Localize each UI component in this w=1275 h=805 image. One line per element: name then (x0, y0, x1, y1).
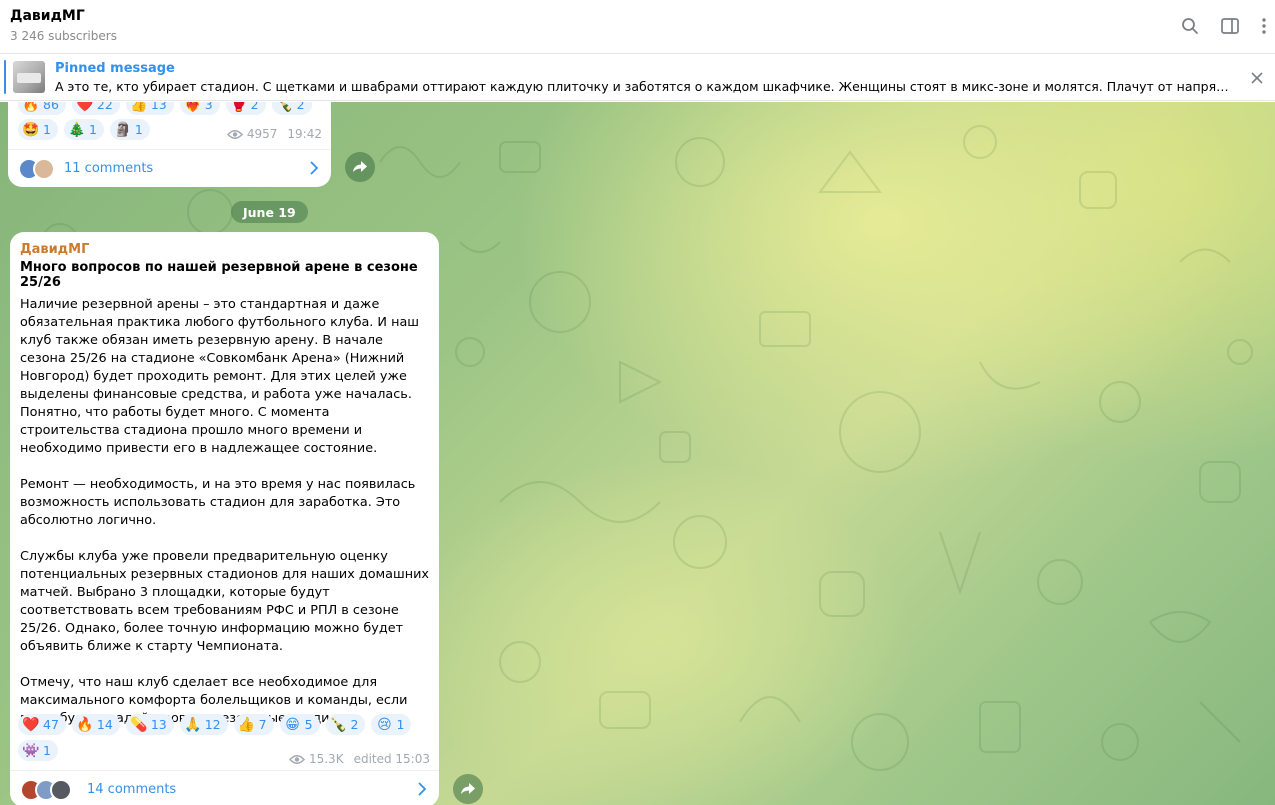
grin-icon: 😁 (285, 716, 300, 733)
chevron-right-icon (310, 161, 319, 175)
paragraph: Службы клуба уже провели предварительную… (20, 549, 429, 654)
forward-button[interactable] (453, 774, 483, 804)
reaction-chip[interactable]: 👾 1 (18, 740, 58, 761)
chat-header: ДавидМГ 3 246 subscribers (0, 0, 1275, 54)
chevron-right-icon (418, 782, 427, 796)
reaction-chip[interactable]: 🎄 1 (63, 119, 104, 140)
message-meta: 15.3K edited 15:03 (289, 752, 430, 766)
reaction-chip[interactable]: 🔥 14 (71, 714, 120, 735)
forward-button[interactable] (345, 152, 375, 182)
reaction-chip[interactable]: 🍾 2 (325, 714, 366, 735)
reaction-chip[interactable]: 🔥 86 (18, 102, 66, 115)
eye-icon (226, 129, 243, 139)
reactions-row: ❤️ 47 🔥 14 💊 13 🙏 12 👍 7 😁 5 🍾 2 😢 1 (18, 714, 430, 735)
reaction-chip[interactable]: ❤️ 47 (18, 714, 66, 735)
view-count: 15.3K (308, 752, 344, 766)
heart-icon: ❤️ (22, 716, 40, 733)
reaction-chip[interactable]: ❤️ 22 (71, 102, 120, 115)
sidebar-toggle-icon[interactable] (1218, 14, 1242, 38)
chat-area[interactable]: 🔥 86 ❤️ 22 👍 13 ❤️‍🔥 3 🥊 2 🍾 2 🤩 1 🎄 1 🗿 1 4957 1… (0, 102, 1275, 805)
pinned-thumbnail (13, 61, 45, 93)
reactions-row: 🔥 86 ❤️ 22 👍 13 ❤️‍🔥 3 🥊 2 🍾 2 (18, 102, 312, 115)
paragraph: Ремонт — необходимость, и на это время у… (20, 477, 416, 528)
avatar (50, 778, 72, 801)
heart-on-fire-icon: ❤️‍🔥 (184, 102, 202, 113)
avatar (33, 157, 55, 180)
message-time: 19:42 (287, 127, 322, 141)
thumbs-up-icon: 👍 (237, 716, 256, 733)
boxing-glove-icon: 🥊 (229, 102, 248, 113)
comments-link[interactable]: 14 comments (10, 770, 439, 805)
reaction-chip[interactable]: ❤️‍🔥 3 (179, 102, 220, 115)
eye-icon (289, 754, 305, 764)
view-count: 4957 (246, 127, 278, 141)
close-icon[interactable] (1247, 68, 1267, 88)
heart-icon: ❤️ (76, 102, 94, 113)
reaction-chip[interactable]: 🗿 1 (109, 119, 150, 140)
comments-link[interactable]: 11 comments (8, 149, 331, 187)
fire-icon: 🔥 (76, 716, 94, 733)
reaction-chip[interactable]: 🥊 2 (225, 102, 266, 115)
crying-icon: 😢 (377, 716, 392, 733)
paragraph: Наличие резервной арены – это стандартна… (20, 297, 419, 456)
alien-monster-icon: 👾 (22, 742, 40, 759)
reaction-chip[interactable]: 👍 13 (125, 102, 174, 115)
pill-icon: 💊 (130, 716, 148, 733)
comments-count: 11 comments (64, 161, 154, 176)
message-time: edited 15:03 (353, 752, 430, 766)
christmas-tree-icon: 🎄 (68, 121, 86, 138)
sender-name[interactable]: ДавидМГ (20, 242, 89, 257)
champagne-icon: 🍾 (329, 716, 348, 733)
reaction-chip[interactable]: 🍾 2 (271, 102, 312, 115)
post-title: Много вопросов по нашей резервной арене … (20, 260, 418, 290)
message-bubble[interactable]: ДавидМГ Много вопросов по нашей резервно… (10, 232, 439, 805)
comments-count: 14 comments (87, 782, 177, 797)
commenter-avatars (18, 157, 55, 180)
fire-icon: 🔥 (22, 102, 40, 113)
message-bubble[interactable]: 🔥 86 ❤️ 22 👍 13 ❤️‍🔥 3 🥊 2 🍾 2 🤩 1 🎄 1 🗿 1 4957 1… (8, 102, 331, 187)
date-separator: June 19 (231, 201, 308, 223)
reactions-row: 👾 1 (18, 740, 58, 761)
forward-icon (461, 783, 475, 794)
commenter-avatars (20, 778, 72, 801)
search-icon[interactable] (1178, 14, 1202, 38)
reaction-chip[interactable]: 🙏 12 (179, 714, 228, 735)
reaction-chip[interactable]: 👍 7 (233, 714, 274, 735)
reaction-chip[interactable]: 😁 5 (279, 714, 320, 735)
pinned-indicator (4, 60, 6, 94)
moai-icon: 🗿 (114, 121, 132, 138)
message-meta: 4957 19:42 (226, 127, 322, 141)
pinned-text: А это те, кто убирает стадион. С щетками… (55, 79, 1235, 94)
pinned-message-bar[interactable]: Pinned message А это те, кто убирает ста… (0, 54, 1275, 101)
more-vertical-icon[interactable] (1252, 14, 1275, 38)
reaction-chip[interactable]: 🤩 1 (18, 119, 58, 140)
pray-icon: 🙏 (184, 716, 202, 733)
message-text: Наличие резервной арены – это стандартна… (20, 296, 432, 746)
subscriber-count: 3 246 subscribers (10, 29, 117, 43)
pinned-label: Pinned message (55, 61, 175, 76)
forward-icon (353, 161, 367, 172)
reaction-chip[interactable]: 😢 1 (371, 714, 412, 735)
reactions-row: 🤩 1 🎄 1 🗿 1 (18, 119, 150, 140)
thumbs-up-icon: 👍 (130, 102, 148, 113)
channel-title[interactable]: ДавидМГ (10, 8, 85, 24)
star-struck-icon: 🤩 (22, 121, 40, 138)
champagne-icon: 🍾 (275, 102, 294, 113)
reaction-chip[interactable]: 💊 13 (125, 714, 174, 735)
